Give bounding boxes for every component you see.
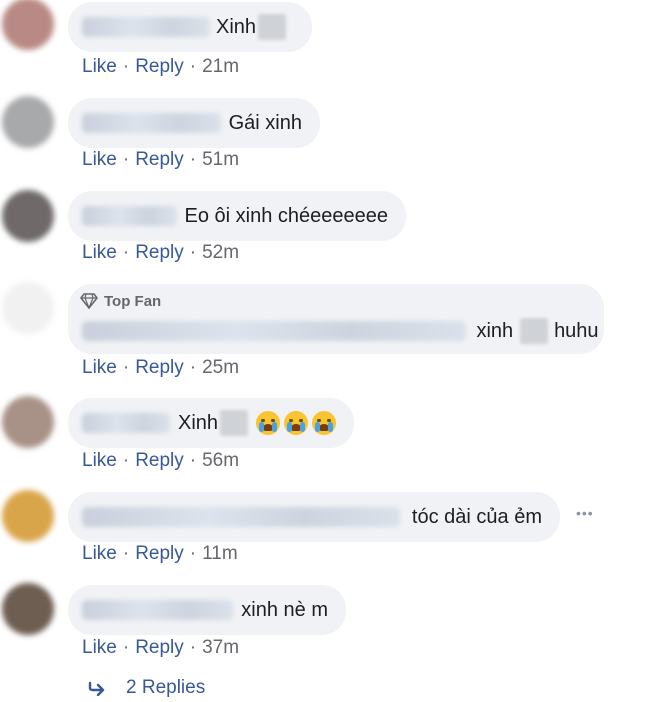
blurred-name — [82, 600, 234, 620]
comment-actions: Like · Reply · 56m — [82, 450, 240, 471]
comment-actions: Like · Reply · 51m — [82, 149, 240, 170]
comment-bubble: Gái xinh — [68, 98, 320, 148]
comment-text-end: huhu — [554, 319, 599, 342]
like-link[interactable]: Like — [82, 450, 117, 471]
comment-actions: Like · Reply · 25m — [82, 357, 240, 378]
reply-link[interactable]: Reply — [135, 450, 184, 471]
blurred-name — [82, 206, 177, 226]
view-replies-link[interactable]: 2 Replies — [88, 677, 205, 699]
comment-bubble: Eo ôi xinh chéeeeeeee — [68, 191, 406, 241]
comment-text: xinh nè m — [241, 598, 328, 621]
crying-face-icon — [312, 411, 337, 435]
timestamp[interactable]: 52m — [202, 242, 239, 263]
blurred-word — [519, 318, 548, 344]
blurred-name — [82, 321, 466, 341]
reply-link[interactable]: Reply — [135, 543, 184, 564]
blurred-name — [82, 17, 210, 37]
like-link[interactable]: Like — [82, 637, 117, 658]
comment-text: xinh — [476, 319, 514, 342]
avatar[interactable] — [2, 583, 54, 635]
more-options-icon[interactable]: ••• — [576, 505, 594, 521]
reply-arrow-icon — [88, 681, 105, 696]
comment-bubble: Top Fan xinh huhu — [68, 284, 604, 354]
timestamp[interactable]: 25m — [202, 357, 239, 378]
comment-bubble: tóc dài của ẻm — [68, 492, 560, 542]
reply-link[interactable]: Reply — [135, 242, 184, 263]
comment-actions: Like · Reply · 21m — [82, 56, 240, 77]
comment-bubble: Xinh — [68, 2, 312, 52]
timestamp[interactable]: 51m — [202, 149, 239, 170]
reply-link[interactable]: Reply — [135, 357, 184, 378]
comment-text: Xinh — [216, 15, 257, 38]
top-fan-label: Top Fan — [104, 292, 162, 310]
blurred-name — [82, 507, 400, 527]
timestamp[interactable]: 21m — [202, 56, 239, 77]
reply-link[interactable]: Reply — [135, 56, 184, 77]
timestamp[interactable]: 37m — [202, 637, 239, 658]
like-link[interactable]: Like — [82, 149, 117, 170]
avatar[interactable] — [2, 0, 54, 50]
comment-actions: Like · Reply · 52m — [82, 242, 240, 263]
comment-actions: Like · Reply · 37m — [82, 637, 240, 658]
like-link[interactable]: Like — [82, 242, 117, 263]
replies-count[interactable]: 2 Replies — [126, 677, 205, 699]
comment-text: Eo ôi xinh chéeeeeeee — [184, 204, 389, 227]
comment-text: Xinh — [177, 411, 219, 434]
blurred-name — [82, 413, 170, 433]
avatar[interactable] — [2, 490, 54, 542]
blurred-word — [220, 410, 249, 436]
blurred-word — [258, 14, 287, 40]
like-link[interactable]: Like — [82, 543, 117, 564]
avatar[interactable] — [2, 96, 54, 148]
reply-link[interactable]: Reply — [135, 149, 184, 170]
like-link[interactable]: Like — [82, 56, 117, 77]
diamond-icon — [80, 293, 98, 309]
avatar[interactable] — [2, 190, 54, 242]
blurred-name — [82, 113, 221, 133]
comment-text: tóc dài của ẻm — [411, 505, 542, 528]
avatar[interactable] — [2, 396, 54, 448]
crying-face-icon — [256, 411, 281, 435]
like-link[interactable]: Like — [82, 357, 117, 378]
crying-face-icon — [284, 411, 309, 435]
avatar[interactable] — [2, 282, 54, 334]
comment-text: Gái xinh — [228, 111, 302, 134]
timestamp[interactable]: 11m — [202, 543, 238, 564]
comment-actions: Like · Reply · 11m — [82, 543, 238, 564]
comment-bubble: Xinh — [68, 398, 354, 448]
timestamp[interactable]: 56m — [202, 450, 239, 471]
top-fan-badge: Top Fan — [80, 290, 586, 312]
reply-link[interactable]: Reply — [135, 637, 184, 658]
comment-bubble: xinh nè m — [68, 585, 346, 635]
